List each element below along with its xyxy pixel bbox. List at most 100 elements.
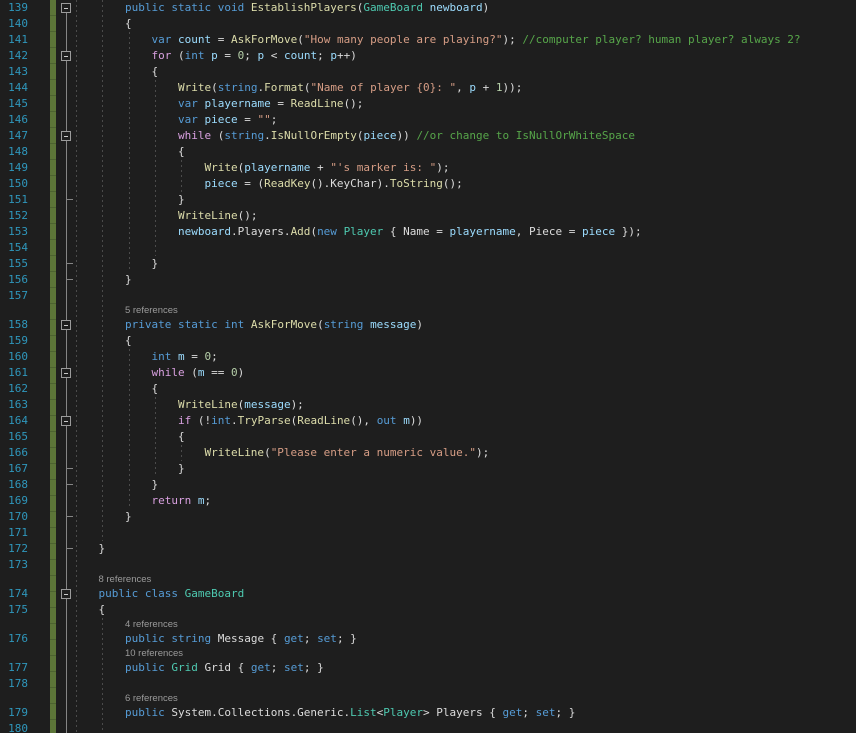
code-line-149[interactable]: 149 Write(playername + "'s marker is: ")… [0,160,856,176]
code-line-155[interactable]: 155 } [0,256,856,272]
code-line-174[interactable]: 174 public class GameBoard [0,586,856,602]
line-number[interactable]: 168 [0,477,28,493]
code-line-171[interactable]: 171 [0,525,856,541]
line-number[interactable]: 159 [0,333,28,349]
code-line-166[interactable]: 166 WriteLine("Please enter a numeric va… [0,445,856,461]
codelens-references-link[interactable]: 5 references [125,304,178,317]
line-number[interactable]: 140 [0,16,28,32]
code-line-173[interactable]: 173 [0,557,856,573]
code-line-176[interactable]: 176 public string Message { get; set; } [0,631,856,647]
code-line-152[interactable]: 152 WriteLine(); [0,208,856,224]
line-number[interactable]: 164 [0,413,28,429]
line-number[interactable]: 160 [0,349,28,365]
code-line-151[interactable]: 151 } [0,192,856,208]
code-line-167[interactable]: 167 } [0,461,856,477]
codelens-references-link[interactable]: 8 references [98,573,151,586]
code-line-145[interactable]: 145 var playername = ReadLine(); [0,96,856,112]
code-line-180[interactable]: 180 [0,721,856,733]
line-number[interactable]: 169 [0,493,28,509]
line-number[interactable]: 143 [0,64,28,80]
code-line-178[interactable]: 178 [0,676,856,692]
code-line-150[interactable]: 150 piece = (ReadKey().KeyChar).ToString… [0,176,856,192]
code-line-179[interactable]: 179 public System.Collections.Generic.Li… [0,705,856,721]
line-number[interactable]: 153 [0,224,28,240]
code-text: int m = 0; [72,349,217,365]
line-number[interactable]: 172 [0,541,28,557]
line-number[interactable]: 165 [0,429,28,445]
code-line-159[interactable]: 159 { [0,333,856,349]
line-number[interactable]: 151 [0,192,28,208]
fold-collapse-icon[interactable] [61,589,71,599]
code-line-147[interactable]: 147 while (string.IsNullOrEmpty(piece)) … [0,128,856,144]
code-line-154[interactable]: 154 [0,240,856,256]
line-number[interactable]: 161 [0,365,28,381]
fold-collapse-icon[interactable] [61,51,71,61]
code-line-165[interactable]: 165 { [0,429,856,445]
line-number[interactable]: 174 [0,586,28,602]
fold-collapse-icon[interactable] [61,3,71,13]
token-ctl: return [151,494,192,507]
line-number[interactable]: 146 [0,112,28,128]
line-number[interactable]: 166 [0,445,28,461]
line-number[interactable]: 171 [0,525,28,541]
code-line-175[interactable]: 175 { [0,602,856,618]
code-line-170[interactable]: 170 } [0,509,856,525]
code-line-139[interactable]: 139 public static void EstablishPlayers(… [0,0,856,16]
code-line-168[interactable]: 168 } [0,477,856,493]
line-number[interactable]: 152 [0,208,28,224]
fold-collapse-icon[interactable] [61,320,71,330]
code-line-161[interactable]: 161 while (m == 0) [0,365,856,381]
code-line-156[interactable]: 156 } [0,272,856,288]
code-line-142[interactable]: 142 for (int p = 0; p < count; p++) [0,48,856,64]
line-number[interactable]: 158 [0,317,28,333]
line-number[interactable]: 162 [0,381,28,397]
fold-collapse-icon[interactable] [61,368,71,378]
line-number[interactable]: 175 [0,602,28,618]
line-number[interactable]: 157 [0,288,28,304]
code-line-157[interactable]: 157 [0,288,856,304]
line-number[interactable]: 176 [0,631,28,647]
code-line-144[interactable]: 144 Write(string.Format("Name of player … [0,80,856,96]
code-line-153[interactable]: 153 newboard.Players.Add(new Player { Na… [0,224,856,240]
line-number[interactable]: 149 [0,160,28,176]
line-number[interactable]: 170 [0,509,28,525]
code-line-162[interactable]: 162 { [0,381,856,397]
line-number[interactable]: 148 [0,144,28,160]
token-p: ( [317,318,324,331]
line-number[interactable]: 142 [0,48,28,64]
line-number[interactable]: 144 [0,80,28,96]
code-line-158[interactable]: 158 private static int AskForMove(string… [0,317,856,333]
line-number[interactable]: 156 [0,272,28,288]
line-number[interactable]: 141 [0,32,28,48]
code-line-163[interactable]: 163 WriteLine(message); [0,397,856,413]
code-line-160[interactable]: 160 int m = 0; [0,349,856,365]
fold-collapse-icon[interactable] [61,416,71,426]
code-line-141[interactable]: 141 var count = AskForMove("How many peo… [0,32,856,48]
line-number[interactable]: 178 [0,676,28,692]
line-number[interactable]: 150 [0,176,28,192]
codelens-references-link[interactable]: 6 references [125,692,178,705]
code-line-143[interactable]: 143 { [0,64,856,80]
line-number[interactable]: 163 [0,397,28,413]
line-number[interactable]: 155 [0,256,28,272]
line-number[interactable]: 145 [0,96,28,112]
code-line-172[interactable]: 172 } [0,541,856,557]
code-line-146[interactable]: 146 var piece = ""; [0,112,856,128]
line-number[interactable]: 180 [0,721,28,733]
line-number[interactable]: 179 [0,705,28,721]
line-number[interactable]: 154 [0,240,28,256]
line-number[interactable]: 173 [0,557,28,573]
fold-collapse-icon[interactable] [61,131,71,141]
codelens-references-link[interactable]: 10 references [125,647,183,660]
line-number[interactable]: 139 [0,0,28,16]
codelens-references-link[interactable]: 4 references [125,618,178,631]
code-line-177[interactable]: 177 public Grid Grid { get; set; } [0,660,856,676]
code-line-140[interactable]: 140 { [0,16,856,32]
line-number[interactable]: 177 [0,660,28,676]
code-editor[interactable]: 139 public static void EstablishPlayers(… [0,0,856,733]
line-number[interactable]: 147 [0,128,28,144]
code-line-164[interactable]: 164 if (!int.TryParse(ReadLine(), out m)… [0,413,856,429]
line-number[interactable]: 167 [0,461,28,477]
code-line-148[interactable]: 148 { [0,144,856,160]
code-line-169[interactable]: 169 return m; [0,493,856,509]
